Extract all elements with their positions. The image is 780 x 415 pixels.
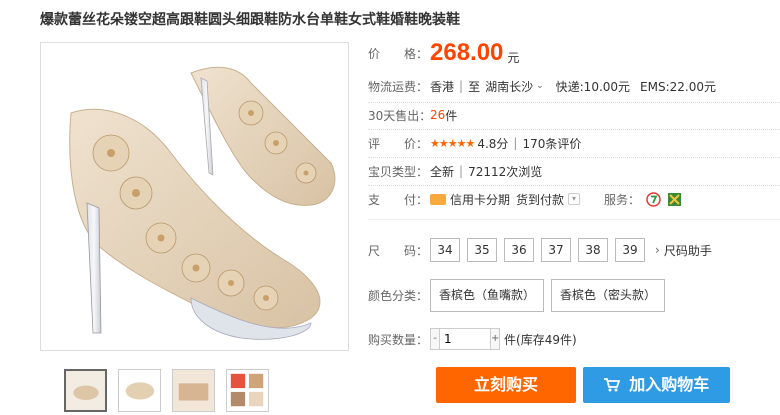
rating-score: 4.8分 [477,136,509,151]
cart-icon [603,378,620,392]
shipping-row: 物流运费： 香港 | 至 湖南长沙 ⌄ 快递:10.00元 EMS:22.00元 [368,77,716,95]
color-row: 颜色分类： 香槟色（鱼嘴款） 香槟色（密头款） [368,278,672,313]
price-row: 价 格： 268.00 元 [368,38,519,68]
item-type-label: 宝贝类型： [368,164,429,179]
size-option-35[interactable]: 35 [467,238,497,262]
color-option-fish-mouth[interactable]: 香槟色（鱼嘴款） [430,279,545,312]
product-main-image[interactable] [40,42,349,351]
quantity-increase-button[interactable]: + [490,328,500,350]
sales-row: 30天售出： 26 件 [368,106,457,124]
size-option-36[interactable]: 36 [504,238,534,262]
buy-now-button[interactable]: 立刻购买 [436,367,576,403]
quantity-stock: (库存49件) [516,332,577,347]
divider [368,102,780,103]
product-title: 爆款蕾丝花朵镂空超高跟鞋圆头细跟鞋防水台单鞋女式鞋婚鞋晚装鞋 [40,12,460,28]
dropdown-icon[interactable]: ▾ [568,193,581,205]
divider [368,129,780,130]
size-option-38[interactable]: 38 [578,238,608,262]
service-label: 服务： [604,192,641,207]
quantity-decrease-button[interactable]: - [430,328,440,350]
payment-row: 支 付： 信用卡分期 货到付款 ▾ 服务： [368,190,682,208]
divider [368,185,780,186]
sales-count: 26 [430,108,446,122]
shipping-label: 物流运费： [368,79,429,94]
add-to-cart-label: 加入购物车 [629,375,710,394]
payment-label: 支 付： [368,192,429,207]
thumbnail-3[interactable] [172,369,215,412]
rating-stars: ★★★★★ [430,136,475,150]
size-option-34[interactable]: 34 [430,238,460,262]
shipping-destination[interactable]: 湖南长沙 [485,78,533,95]
shipping-separator: | [459,79,464,93]
rating-row: 评 价： ★★★★★ 4.8分 | 170条评价 [368,134,581,152]
shipping-ems: EMS:22.00元 [640,79,716,94]
credit-card-icon [430,193,446,205]
chevron-down-icon[interactable]: ⌄ [536,81,544,91]
color-option-closed-toe[interactable]: 香槟色（密头款） [551,279,666,312]
size-label: 尺 码： [368,243,429,258]
price-value: 268.00 [430,39,504,66]
thumbnail-strip [64,369,280,412]
quantity-unit: 件 [504,332,517,347]
quantity-row: 购买数量： - + 件 (库存49件) [368,327,577,351]
sales-unit: 件 [445,108,458,123]
size-row: 尺 码： 34 35 36 37 38 39 › 尺码助手 [368,237,712,263]
add-to-cart-button[interactable]: 加入购物车 [583,367,730,403]
size-option-37[interactable]: 37 [541,238,571,262]
color-label: 颜色分类： [368,289,429,303]
thumbnail-2[interactable] [118,369,161,412]
guarantee-icon[interactable] [667,192,682,207]
payment-card[interactable]: 信用卡分期 [450,191,510,208]
divider [368,157,780,158]
item-type-separator: | [459,164,464,178]
shipping-from: 香港 [430,79,455,94]
thumbnail-4[interactable] [226,369,269,412]
shipping-to-prefix: 至 [468,79,481,94]
item-type-row: 宝贝类型： 全新 | 72112次浏览 [368,162,542,180]
seven-day-return-icon[interactable] [646,191,661,207]
price-unit: 元 [507,50,520,65]
size-option-39[interactable]: 39 [615,238,645,262]
chevron-right-icon[interactable]: › [655,243,660,257]
thumbnail-1[interactable] [64,369,107,412]
payment-cod[interactable]: 货到付款 [516,191,564,208]
quantity-input[interactable] [440,328,490,350]
sales-label: 30天售出： [368,108,432,123]
rating-separator: | [513,136,518,150]
section-divider [368,219,780,220]
shoe-illustration [69,66,336,340]
item-condition: 全新 [430,164,455,179]
size-helper-link[interactable]: 尺码助手 [664,242,712,259]
shipping-express: 快递:10.00元 [555,79,631,94]
quantity-stepper: - + [430,328,500,350]
quantity-label: 购买数量： [368,332,429,347]
rating-reviews[interactable]: 170条评价 [522,135,581,152]
rating-label: 评 价： [368,136,429,151]
price-label: 价 格： [368,46,429,61]
item-views: 72112次浏览 [468,164,543,179]
